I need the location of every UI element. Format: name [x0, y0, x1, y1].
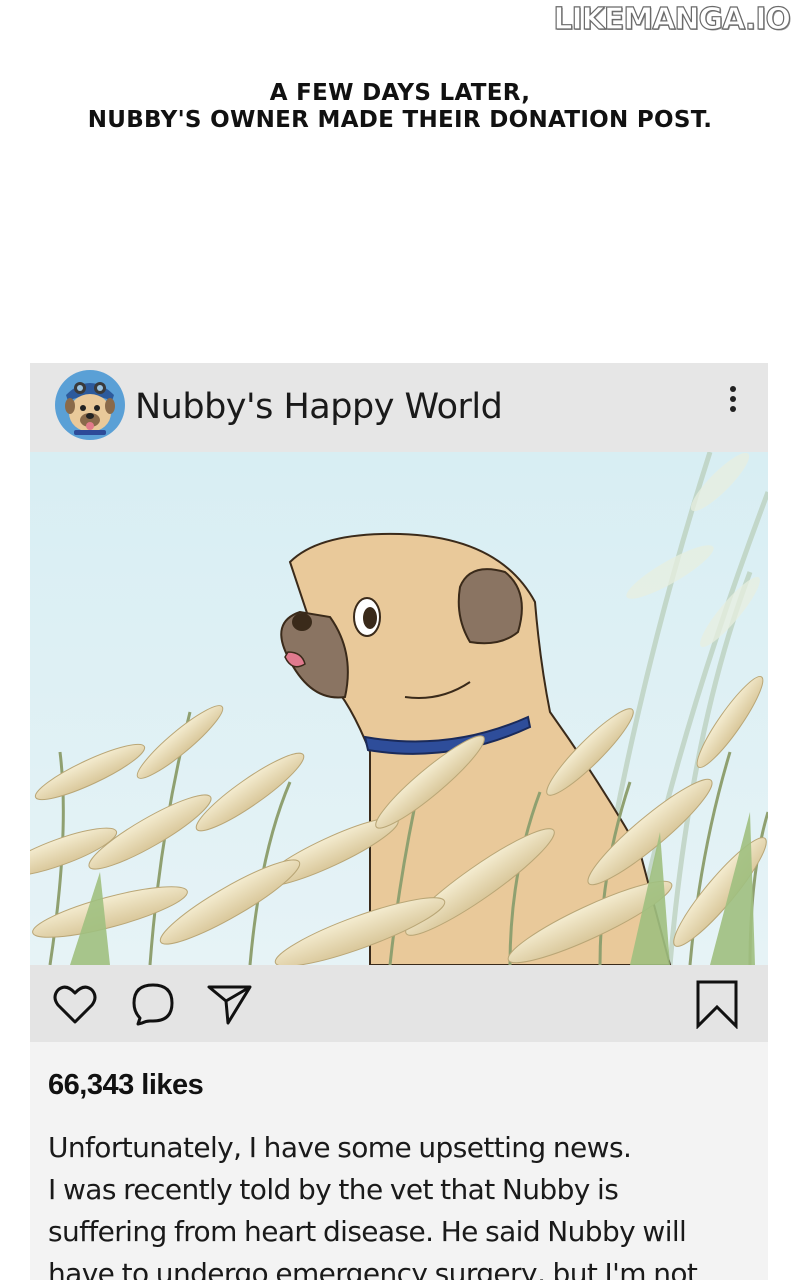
social-post: Nubby's Happy World 66,343 likes Unfortu… [30, 363, 768, 1280]
post-header: Nubby's Happy World [30, 363, 768, 452]
caption-line: Unfortunately, I have some upsetting new… [48, 1131, 632, 1164]
caption-line: suffering from heart disease. He said Nu… [48, 1215, 687, 1248]
send-icon[interactable] [204, 979, 254, 1029]
post-caption: Unfortunately, I have some upsetting new… [48, 1127, 763, 1280]
bookmark-icon[interactable] [692, 979, 742, 1029]
post-image-dog [30, 452, 768, 965]
account-name[interactable]: Nubby's Happy World [135, 387, 503, 427]
caption-line: I was recently told by the vet that Nubb… [48, 1173, 619, 1206]
comment-icon[interactable] [128, 979, 178, 1029]
narration-line: A few days later, [269, 80, 531, 106]
narration-line: Nubby's owner made their donation post. [87, 107, 713, 133]
caption-line: have to undergo emergency surgery, but I… [48, 1257, 698, 1280]
action-bar [30, 965, 768, 1042]
likes-count[interactable]: 66,343 likes [48, 1069, 204, 1102]
narration-box: A few days later, Nubby's owner made the… [0, 80, 800, 134]
avatar[interactable] [54, 369, 126, 441]
watermark: LIKEMANGA.IO [553, 1, 792, 37]
more-vertical-icon[interactable] [720, 381, 746, 421]
heart-icon[interactable] [50, 979, 100, 1029]
